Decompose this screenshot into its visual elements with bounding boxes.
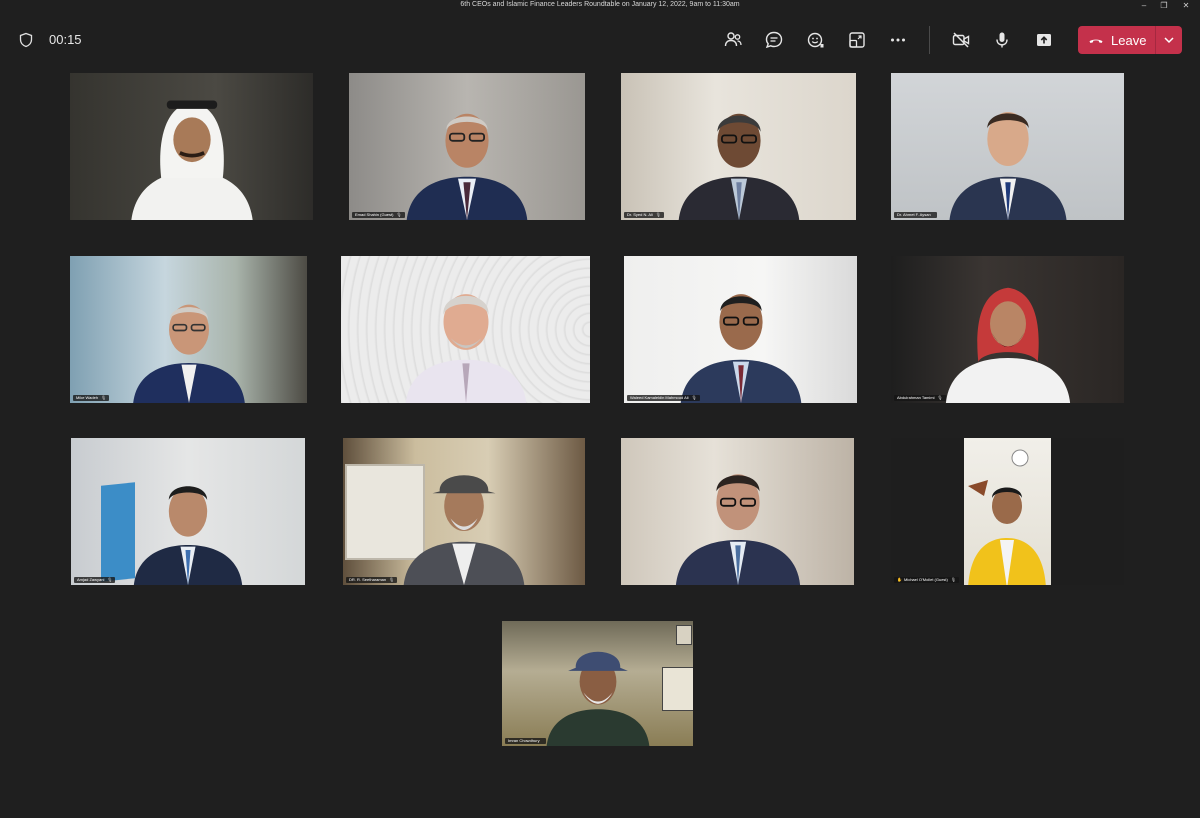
participant-nametag: Emad Shahin (Guest) 🎙 — [352, 212, 405, 218]
participant-name: Dr. Syed N. Ali — [627, 212, 653, 217]
participant-name: Amjad Zawyani — [77, 577, 105, 582]
reactions-icon[interactable] — [804, 28, 828, 52]
close-button[interactable]: ✕ — [1176, 0, 1196, 12]
hang-up-icon — [1089, 39, 1103, 43]
participant-nametag: ✋ Michael O'Mollet (Guest) 🎙 — [894, 577, 959, 583]
mic-status-icon: 🎙 — [101, 395, 107, 400]
rooms-icon[interactable] — [845, 28, 869, 52]
participant-video — [108, 460, 268, 585]
participant-video — [379, 450, 549, 585]
meeting-toolbar: 00:15 Leave — [0, 20, 1200, 60]
video-tile[interactable]: Emad Shahin (Guest) 🎙 — [349, 73, 585, 220]
video-tile[interactable]: Abdulrahman Tamimi 🎙 — [891, 256, 1124, 403]
raised-hand-icon: ✋ — [897, 577, 902, 582]
minimize-button[interactable]: – — [1134, 0, 1154, 12]
participant-video — [923, 85, 1093, 220]
chevron-down-icon — [1164, 37, 1174, 44]
mic-status-icon: 🎙 — [691, 395, 697, 400]
mic-status-icon: 🎙 — [389, 577, 395, 582]
video-tile[interactable] — [341, 256, 590, 403]
mic-icon[interactable] — [990, 28, 1014, 52]
chat-icon[interactable] — [762, 28, 786, 52]
participant-nametag: Dr. Syed N. Ali 🎙 — [624, 212, 664, 218]
mic-status-icon: 🎙 — [107, 577, 113, 582]
participant-name: Michael O'Mollet (Guest) — [903, 577, 948, 582]
video-tile[interactable] — [70, 73, 313, 220]
meeting-timer: 00:15 — [49, 32, 82, 47]
leave-button-group: Leave — [1078, 26, 1182, 54]
wall-frame — [676, 625, 692, 645]
participant-video — [381, 268, 551, 403]
video-tile[interactable]: Dr. Syed N. Ali 🎙 — [621, 73, 856, 220]
video-tile[interactable]: Waleed Kamaleldin Mahmoud Ali 🎙 — [624, 256, 857, 403]
portrait-video — [964, 438, 1051, 585]
leave-label: Leave — [1111, 32, 1147, 48]
shield-icon[interactable] — [18, 32, 34, 48]
video-tile[interactable]: DR. R. Seetharaman 🎙 — [343, 438, 585, 585]
toolbar-divider — [929, 26, 930, 54]
video-tile[interactable]: ✋ Michael O'Mollet (Guest) 🎙 — [891, 438, 1124, 585]
video-tile[interactable]: Mike Wadeh 🎙 — [70, 256, 307, 403]
participant-nametag: Amjad Zawyani 🎙 — [74, 577, 116, 583]
restore-button[interactable]: ❐ — [1154, 0, 1174, 12]
participant-video — [653, 450, 823, 585]
participant-video — [654, 85, 824, 220]
participant-nametag: DR. R. Seetharaman 🎙 — [346, 577, 398, 583]
participant-name: Emad Shahin (Guest) — [355, 212, 394, 217]
participant-video — [533, 631, 663, 746]
participant-nametag: Abdulrahman Tamimi 🎙 — [894, 395, 946, 401]
more-icon[interactable] — [886, 28, 910, 52]
mic-status-icon: 🎙 — [937, 395, 943, 400]
participant-name: Imran Chowdhury — [508, 738, 540, 743]
camera-off-icon[interactable] — [949, 28, 973, 52]
video-tile[interactable] — [621, 438, 854, 585]
participant-name: Waleed Kamaleldin Mahmoud Ali — [630, 395, 689, 400]
participant-video — [107, 80, 277, 220]
participant-nametag: Mike Wadeh 🎙 — [73, 395, 110, 401]
title-bar: 6th CEOs and Islamic Finance Leaders Rou… — [0, 0, 1200, 12]
video-tile[interactable]: Dr. Ahmet F. Aysan — [891, 73, 1124, 220]
wall-frame — [662, 667, 693, 711]
mic-status-icon: 🎙 — [655, 212, 661, 217]
window-title: 6th CEOs and Islamic Finance Leaders Rou… — [460, 1, 740, 8]
leave-options-button[interactable] — [1156, 26, 1182, 54]
participant-nametag: Dr. Ahmet F. Aysan — [894, 212, 937, 218]
mic-status-icon: 🎙 — [396, 212, 402, 217]
video-tile[interactable]: Imran Chowdhury — [502, 621, 693, 746]
mic-status-icon: 🎙 — [950, 577, 956, 582]
participant-video — [923, 268, 1093, 403]
participant-video — [109, 278, 269, 403]
participant-name: Mike Wadeh — [76, 395, 99, 400]
participant-nametag: Waleed Kamaleldin Mahmoud Ali 🎙 — [627, 395, 700, 401]
leave-button[interactable]: Leave — [1078, 26, 1153, 54]
share-icon[interactable] — [1032, 28, 1056, 52]
participant-video — [382, 85, 552, 220]
participant-name: Abdulrahman Tamimi — [897, 395, 935, 400]
participant-video — [656, 268, 826, 403]
participant-name: Dr. Ahmet F. Aysan — [897, 212, 931, 217]
participant-nametag: Imran Chowdhury — [505, 738, 546, 744]
participant-name: DR. R. Seetharaman — [349, 577, 387, 582]
video-tile[interactable]: Amjad Zawyani 🎙 — [71, 438, 305, 585]
people-icon[interactable] — [721, 28, 745, 52]
